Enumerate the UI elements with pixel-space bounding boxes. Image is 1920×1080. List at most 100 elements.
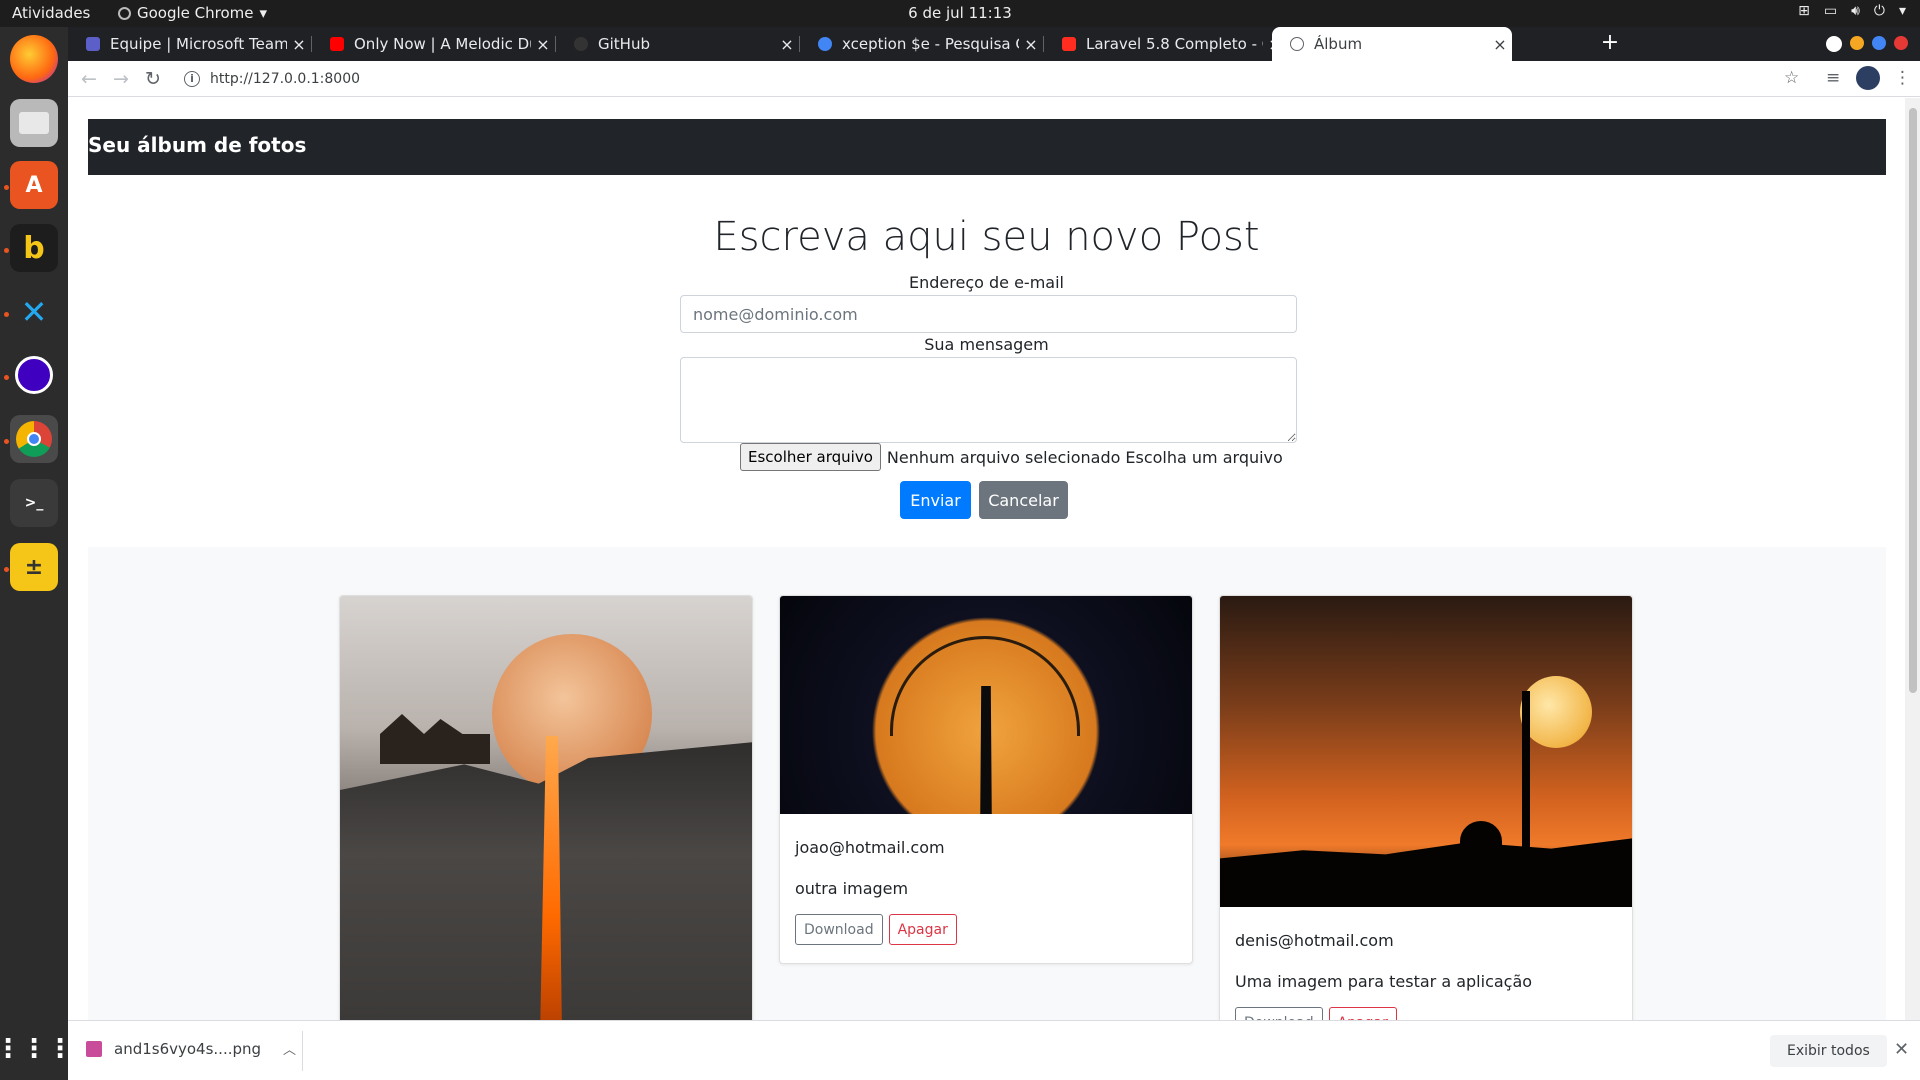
beekeeper-icon[interactable]: b <box>10 224 58 272</box>
choose-file-button[interactable]: Escolher arquivo <box>740 443 881 471</box>
tab-search-icon[interactable] <box>1826 36 1842 52</box>
power-icon: ⏻ <box>1873 3 1885 19</box>
download-item[interactable]: and1s6vyo4s....png ︿ <box>86 1039 296 1058</box>
download-button[interactable]: Download <box>795 914 883 945</box>
terminal-icon[interactable]: >_ <box>10 479 58 527</box>
image-file-icon <box>86 1040 102 1057</box>
system-tray[interactable]: ⊞ ▭ 🔊︎ ⏻ ▾ <box>1798 3 1906 19</box>
tab-title: Equipe | Microsoft Teams <box>110 35 287 53</box>
close-tab-icon[interactable]: × <box>1488 35 1512 54</box>
close-tab-icon[interactable]: × <box>1019 35 1043 54</box>
page-scrollbar[interactable] <box>1905 98 1920 1020</box>
file-label: Escolha um arquivo <box>1125 447 1283 467</box>
address-bar[interactable]: i http://127.0.0.1:8000 <box>184 65 1864 93</box>
scrollbar-thumb[interactable] <box>1909 108 1917 693</box>
caret-down-icon: ▾ <box>259 4 268 22</box>
url-text: http://127.0.0.1:8000 <box>210 71 361 87</box>
reload-icon[interactable]: ↻ <box>140 66 166 92</box>
app-menu[interactable]: Google Chrome ▾ <box>118 4 267 22</box>
tree-branches-shape <box>890 636 1080 736</box>
firefox-icon[interactable] <box>10 35 58 83</box>
back-arrow-icon[interactable]: ← <box>76 66 102 92</box>
app-menu-label: Google Chrome <box>137 4 254 22</box>
chrome-small-icon <box>118 6 131 20</box>
browser-toolbar: ← → ↻ i http://127.0.0.1:8000 ☆ ≡ ⋮ <box>68 61 1920 97</box>
running-indicator <box>4 567 9 572</box>
running-indicator <box>4 185 9 190</box>
post-image[interactable] <box>340 596 752 1020</box>
clock[interactable]: 6 de jul 11:13 <box>908 4 1012 22</box>
download-button[interactable]: Download <box>1235 1007 1323 1020</box>
submit-button[interactable]: Enviar <box>900 481 971 519</box>
chrome-icon[interactable] <box>10 415 58 463</box>
menu-kebab-icon[interactable]: ⋮ <box>1894 68 1911 88</box>
vscode-icon[interactable]: ✕ <box>10 288 58 336</box>
card-actions: Download Apagar <box>795 914 1177 945</box>
file-status-text: Nenhum arquivo selecionado <box>886 447 1121 467</box>
tab-title: Álbum <box>1314 35 1363 53</box>
volume-icon: 🔊︎ <box>1851 3 1860 19</box>
tab-album[interactable]: Álbum × <box>1272 27 1512 61</box>
tab-teams[interactable]: Equipe | Microsoft Teams × <box>68 27 311 61</box>
tab-github[interactable]: GitHub × <box>556 27 799 61</box>
close-window-icon[interactable] <box>1894 36 1908 50</box>
youtube-favicon-icon <box>330 37 344 51</box>
show-all-button[interactable]: Exibir todos <box>1770 1035 1887 1067</box>
tab-laravel[interactable]: Laravel 5.8 Completo - O m × <box>1044 27 1287 61</box>
chevron-down-icon: ▾ <box>1898 3 1906 19</box>
minimize-icon[interactable] <box>1850 36 1864 50</box>
site-navbar: Seu álbum de fotos <box>88 119 1886 175</box>
profile-avatar[interactable] <box>1856 66 1880 90</box>
file-input-row: Escolher arquivo Nenhum arquivo selecion… <box>740 443 1283 471</box>
close-icon[interactable]: ✕ <box>1894 1039 1909 1060</box>
close-tab-icon[interactable]: × <box>531 35 555 54</box>
site-brand[interactable]: Seu álbum de fotos <box>88 133 306 157</box>
hill-shape <box>1220 838 1632 907</box>
cancel-button[interactable]: Cancelar <box>979 481 1068 519</box>
message-textarea[interactable] <box>680 357 1297 443</box>
maximize-icon[interactable] <box>1872 36 1886 50</box>
tab-youtube[interactable]: Only Now | A Melodic Dubstep × <box>312 27 555 61</box>
message-label: Sua mensagem <box>924 335 1049 354</box>
close-tab-icon[interactable]: × <box>775 35 799 54</box>
laravel-favicon-icon <box>1062 37 1076 51</box>
card-email: joao@hotmail.com <box>795 838 945 857</box>
forward-arrow-icon[interactable]: → <box>108 66 134 92</box>
running-indicator <box>4 439 9 444</box>
email-field[interactable] <box>680 295 1297 333</box>
album-card <box>339 595 753 1020</box>
running-indicator <box>4 248 9 253</box>
github-favicon-icon <box>574 37 588 51</box>
chevron-up-icon[interactable]: ︿ <box>283 1039 296 1058</box>
running-indicator <box>4 375 9 380</box>
calculator-icon[interactable]: ± <box>10 543 58 591</box>
post-image[interactable] <box>1220 596 1632 907</box>
bookmark-star-icon[interactable]: ☆ <box>1784 68 1799 88</box>
media-control-icon[interactable]: ≡ <box>1826 68 1840 88</box>
tab-title: xception $e - Pesquisa Google <box>842 35 1019 53</box>
album-card: joao@hotmail.com outra imagem Download A… <box>779 595 1193 964</box>
moon-shape <box>1520 676 1592 748</box>
post-image[interactable] <box>780 596 1192 814</box>
activities-button[interactable]: Atividades <box>12 4 90 22</box>
insomnia-icon[interactable] <box>10 351 58 399</box>
google-favicon-icon <box>818 37 832 51</box>
tab-title: GitHub <box>598 35 650 53</box>
tab-title: Only Now | A Melodic Dubstep <box>354 35 531 53</box>
dock: A b ✕ >_ ± ⋮⋮⋮ <box>0 27 73 1080</box>
tree-trunk-shape <box>1522 691 1530 861</box>
keyboard-icon: ▭ <box>1823 3 1838 19</box>
files-icon[interactable] <box>10 99 58 147</box>
close-tab-icon[interactable]: × <box>287 35 311 54</box>
tab-google[interactable]: xception $e - Pesquisa Google × <box>800 27 1043 61</box>
network-icon: ⊞ <box>1798 3 1810 19</box>
software-center-icon[interactable]: A <box>10 161 58 209</box>
system-top-bar: Atividades Google Chrome ▾ 6 de jul 11:1… <box>0 0 1920 27</box>
download-shelf: and1s6vyo4s....png ︿ Exibir todos ✕ <box>68 1020 1920 1080</box>
info-icon[interactable]: i <box>184 71 200 87</box>
delete-button[interactable]: Apagar <box>1328 1007 1397 1020</box>
delete-button[interactable]: Apagar <box>888 914 957 945</box>
show-apps-icon[interactable]: ⋮⋮⋮ <box>0 1025 73 1073</box>
new-tab-button[interactable]: + <box>1596 30 1624 58</box>
card-text: outra imagem <box>795 879 909 898</box>
